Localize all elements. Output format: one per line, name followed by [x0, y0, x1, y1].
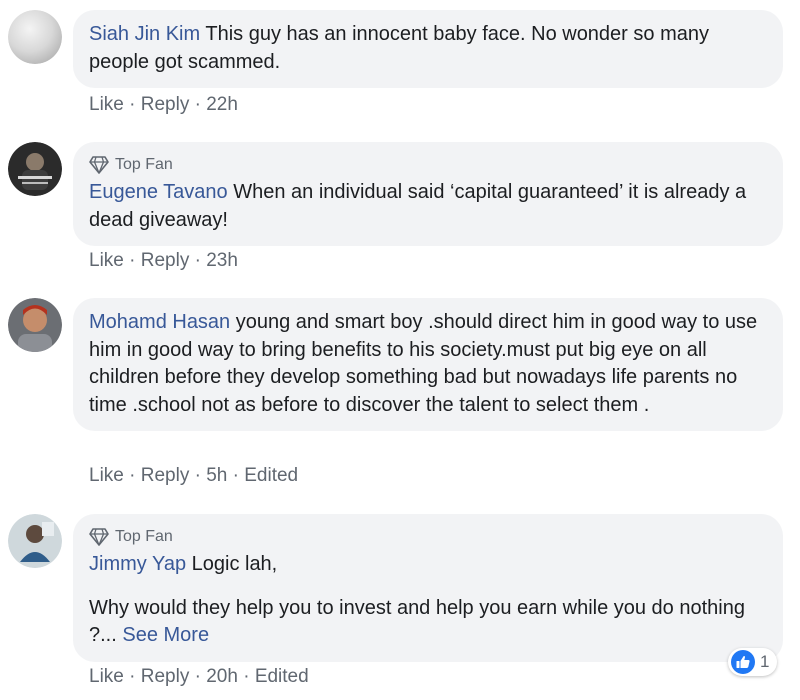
like-link[interactable]: Like	[89, 94, 124, 115]
like-link[interactable]: Like	[89, 666, 124, 687]
timestamp[interactable]: 23h	[206, 250, 238, 271]
separator: ·	[227, 465, 245, 486]
comment-text-second-paragraph: Why would they help you to invest and he…	[89, 595, 767, 650]
reply-link[interactable]: Reply	[141, 666, 190, 687]
comment-text: Eugene Tavano When an individual said ‘c…	[89, 179, 767, 234]
edited-label[interactable]: Edited	[244, 465, 298, 486]
diamond-icon	[89, 528, 109, 546]
separator: ·	[189, 250, 207, 271]
comment-bubble: Top Fan Eugene Tavano When an individual…	[73, 142, 783, 246]
reply-link[interactable]: Reply	[141, 250, 190, 271]
separator: ·	[189, 465, 207, 486]
avatar[interactable]	[8, 298, 62, 352]
like-link[interactable]: Like	[89, 465, 124, 486]
top-fan-badge: Top Fan	[89, 525, 767, 549]
like-link[interactable]: Like	[89, 250, 124, 271]
separator: ·	[189, 666, 207, 687]
separator: ·	[123, 94, 141, 115]
separator: ·	[123, 465, 141, 486]
comment-author[interactable]: Eugene Tavano	[89, 181, 228, 203]
reaction-count[interactable]: 1	[728, 648, 778, 676]
avatar[interactable]	[8, 10, 62, 64]
separator: ·	[123, 250, 141, 271]
comment-bubble: Mohamd Hasan young and smart boy .should…	[73, 298, 783, 431]
timestamp[interactable]: 5h	[206, 465, 227, 486]
avatar[interactable]	[8, 142, 62, 196]
reply-link[interactable]: Reply	[141, 465, 190, 486]
comment-text: Siah Jin Kim This guy has an innocent ba…	[89, 21, 767, 76]
comment-text: Jimmy Yap Logic lah,	[89, 551, 767, 579]
comment-actions: Like · Reply · 5h · Edited	[89, 465, 298, 487]
separator: ·	[123, 666, 141, 687]
reply-link[interactable]: Reply	[141, 94, 190, 115]
see-more-link[interactable]: See More	[122, 624, 209, 646]
comment-bubble: Siah Jin Kim This guy has an innocent ba…	[73, 10, 783, 88]
top-fan-label: Top Fan	[115, 156, 173, 173]
comment-bubble: Top Fan Jimmy Yap Logic lah, Why would t…	[73, 514, 783, 662]
reaction-count-number: 1	[760, 652, 770, 671]
timestamp[interactable]: 20h	[206, 666, 238, 687]
comment-author[interactable]: Jimmy Yap	[89, 553, 186, 575]
comment-text: Mohamd Hasan young and smart boy .should…	[89, 309, 767, 419]
separator: ·	[189, 94, 207, 115]
top-fan-label: Top Fan	[115, 528, 173, 545]
avatar[interactable]	[8, 514, 62, 568]
separator: ·	[237, 666, 255, 687]
edited-label[interactable]: Edited	[255, 666, 309, 687]
thumbs-up-icon	[731, 650, 755, 674]
comment-actions: Like · Reply · 22h	[89, 94, 238, 116]
comment-body: Logic lah,	[191, 553, 278, 575]
diamond-icon	[89, 156, 109, 174]
comment-actions: Like · Reply · 20h · Edited	[89, 666, 309, 688]
comment-actions: Like · Reply · 23h	[89, 250, 238, 272]
comment-author[interactable]: Siah Jin Kim	[89, 23, 200, 45]
comment-author[interactable]: Mohamd Hasan	[89, 311, 230, 333]
top-fan-badge: Top Fan	[89, 153, 767, 177]
timestamp[interactable]: 22h	[206, 94, 238, 115]
